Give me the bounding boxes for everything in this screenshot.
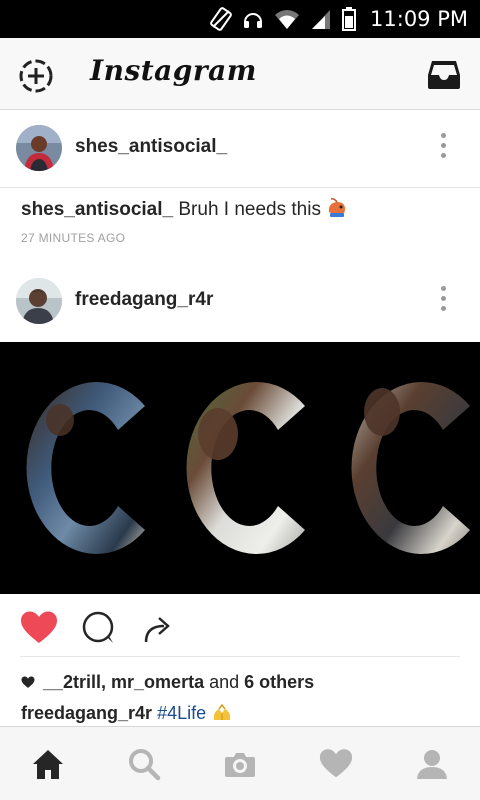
likes-others[interactable]: 6 others [244, 672, 314, 693]
inbox-icon[interactable] [426, 59, 462, 91]
search-icon[interactable] [127, 747, 161, 781]
caption-username[interactable]: freedagang_r4r [21, 703, 152, 723]
post-caption: shes_antisocial_ Bruh I needs this [21, 198, 348, 221]
comment-icon[interactable] [80, 610, 118, 646]
caption-text: Bruh I needs this [178, 199, 321, 220]
likes-users[interactable]: __2trill, mr_omerta [43, 672, 204, 693]
avatar[interactable] [16, 278, 62, 324]
status-bar: 11:09 PM [0, 0, 480, 38]
likes-and: and [209, 672, 240, 692]
share-icon[interactable] [140, 610, 178, 646]
no-sim-icon [210, 7, 232, 31]
divider [0, 187, 480, 188]
post-username[interactable]: shes_antisocial_ [75, 136, 227, 158]
post-header: shes_antisocial_ [0, 111, 480, 187]
pray-emoji-icon [213, 704, 231, 720]
post-caption: freedagang_r4r #4Life [21, 703, 233, 724]
more-options-icon[interactable] [436, 286, 450, 316]
post-image[interactable] [0, 342, 480, 594]
app-header: Instagram [0, 38, 480, 110]
wifi-icon [275, 10, 300, 29]
profile-icon[interactable] [415, 747, 449, 781]
post-timestamp: 27 MINUTES AGO [21, 231, 126, 245]
post-header: freedagang_r4r [0, 264, 480, 340]
post-actions [0, 602, 480, 654]
avatar[interactable] [16, 125, 62, 171]
post-username[interactable]: freedagang_r4r [75, 289, 213, 311]
post-photo-ccc [26, 382, 470, 554]
likes-line: __2trill, mr_omerta and 6 others [21, 672, 314, 693]
like-heart-icon[interactable] [20, 610, 58, 646]
status-icons [210, 7, 357, 31]
headset-icon [244, 13, 263, 28]
battery-icon [342, 7, 357, 31]
camera-add-icon[interactable] [18, 58, 54, 94]
caption-username[interactable]: shes_antisocial_ [21, 199, 173, 220]
bottom-nav [0, 726, 480, 800]
instagram-logo: Instagram [90, 54, 257, 87]
shrimp-emoji-icon [329, 198, 346, 217]
hashtag-link[interactable]: #4Life [157, 703, 206, 723]
signal-icon [312, 10, 331, 29]
home-icon[interactable] [31, 747, 65, 781]
likes-heart-icon [21, 676, 35, 688]
status-time: 11:09 PM [370, 7, 468, 31]
more-options-icon[interactable] [436, 133, 450, 163]
camera-icon[interactable] [223, 747, 257, 781]
activity-heart-icon[interactable] [319, 747, 353, 781]
divider [20, 656, 460, 657]
